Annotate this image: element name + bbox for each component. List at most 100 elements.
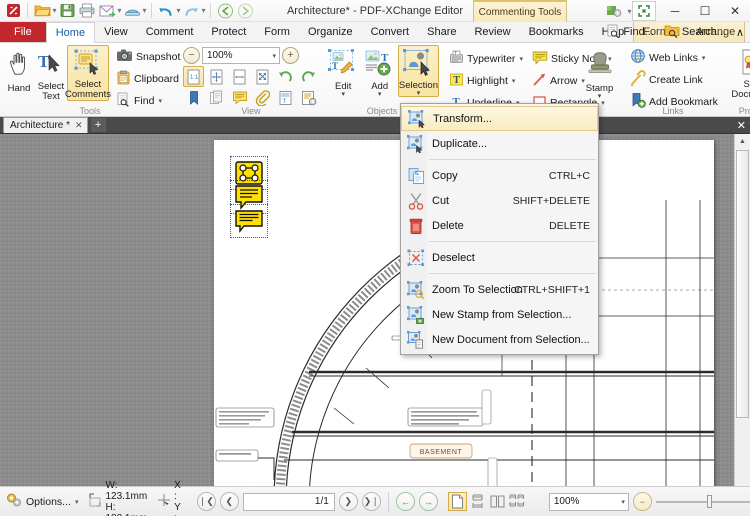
menu-item-deselect[interactable]: Deselect (401, 245, 598, 270)
scan-icon[interactable] (122, 1, 142, 20)
menu-item-cut[interactable]: Cut SHIFT+DELETE (401, 188, 598, 213)
menu-item-delete[interactable]: Delete DELETE (401, 213, 598, 238)
zoom-out-button[interactable]: − (183, 47, 200, 64)
rotate-left-icon[interactable] (275, 66, 296, 87)
create-link-button[interactable]: Create Link (626, 69, 720, 90)
web-links-button[interactable]: Web Links ▾ (626, 47, 720, 68)
sticky-note-annotation[interactable] (230, 204, 268, 238)
chevron-down-icon[interactable]: ▾ (158, 97, 162, 105)
highlight-button[interactable]: T Highlight ▾ (445, 70, 527, 91)
minimize-button[interactable]: ─ (660, 0, 690, 22)
zoom-slider[interactable] (655, 495, 750, 509)
typewriter-button[interactable]: T Typewriter ▾ (445, 48, 527, 69)
find-button[interactable]: Find... (602, 23, 658, 42)
continuous-mode-button[interactable] (468, 492, 487, 511)
chevron-down-icon[interactable]: ▾ (621, 498, 625, 506)
two-page-mode-button[interactable] (488, 492, 507, 511)
chevron-down-icon[interactable]: ▾ (598, 93, 602, 100)
fit-page-icon[interactable] (206, 66, 227, 87)
comments-pane-icon[interactable] (229, 87, 250, 108)
vertical-scrollbar[interactable]: ▲ ▼ (734, 134, 750, 501)
last-page-button[interactable]: ❯❘ (361, 492, 381, 511)
zoom-level-input[interactable]: 100% ▾ (202, 47, 280, 64)
chevron-down-icon[interactable]: ▾ (272, 52, 276, 60)
document-workspace[interactable]: LIVING ROOM BASEMENT (0, 134, 750, 501)
status-zoom-input[interactable]: 100% ▾ (548, 492, 629, 511)
tab-share[interactable]: Share (418, 22, 465, 42)
chevron-down-icon[interactable]: ▾ (417, 90, 421, 97)
menu-item-transform[interactable]: Transform... (401, 106, 598, 131)
fit-width-icon[interactable] (229, 66, 250, 87)
tab-bookmarks[interactable]: Bookmarks (520, 22, 593, 42)
two-page-continuous-mode-button[interactable] (508, 492, 527, 511)
status-zoom-out-button[interactable]: − (632, 492, 652, 511)
tab-convert[interactable]: Convert (362, 22, 419, 42)
scroll-up-arrow-icon[interactable]: ▲ (735, 134, 750, 149)
first-page-button[interactable]: ❘❮ (196, 492, 216, 511)
redo-icon[interactable] (181, 1, 201, 20)
hand-tool-button[interactable]: Hand (3, 45, 35, 95)
navigate-back-button[interactable]: ← (395, 492, 415, 511)
chevron-down-icon[interactable]: ▾ (512, 77, 516, 85)
add-object-button[interactable]: T Add ▾ (361, 45, 397, 98)
scrollbar-thumb[interactable] (736, 150, 749, 418)
app-logo-icon[interactable] (3, 1, 23, 20)
rotate-right-icon[interactable] (298, 66, 319, 87)
tab-organize[interactable]: Organize (299, 22, 362, 42)
fields-pane-icon[interactable]: T (275, 87, 296, 108)
slider-knob[interactable] (706, 495, 712, 508)
maximize-button[interactable]: ☐ (690, 0, 720, 22)
chevron-down-icon[interactable]: ▾ (341, 91, 345, 98)
selection-context-menu[interactable]: Transform... Duplicate... Copy CTRL+C Cu… (400, 103, 599, 355)
close-button[interactable]: ✕ (720, 0, 750, 22)
options-section[interactable]: Options... ▾ (0, 490, 83, 514)
previous-page-button[interactable]: ❮ (219, 492, 239, 511)
chevron-down-icon[interactable]: ▾ (702, 54, 706, 62)
tab-protect[interactable]: Protect (202, 22, 255, 42)
fit-visible-icon[interactable] (252, 66, 273, 87)
save-icon[interactable] (57, 1, 77, 20)
select-text-tool-button[interactable]: T Select Text (35, 45, 67, 103)
zoom-in-button[interactable]: + (282, 47, 299, 64)
sign-document-button[interactable]: Sign Document (726, 45, 750, 101)
tab-file[interactable]: File (0, 22, 46, 42)
back-icon[interactable] (215, 1, 235, 20)
single-page-mode-button[interactable] (447, 492, 467, 511)
menu-item-new-document-from-selection[interactable]: New Document from Selection... (401, 327, 598, 352)
snapshot-button[interactable]: Snapshot (112, 46, 190, 67)
properties-pane-icon[interactable] (298, 87, 319, 108)
close-icon[interactable]: ✕ (75, 120, 83, 131)
next-page-button[interactable]: ❯ (338, 492, 358, 511)
print-icon[interactable] (77, 1, 97, 20)
forward-icon[interactable] (235, 1, 255, 20)
chevron-down-icon[interactable]: ▾ (519, 55, 523, 63)
fullscreen-icon[interactable] (632, 1, 656, 21)
page-number-input[interactable]: 1/1 (242, 492, 335, 511)
customize-toolbar-icon[interactable] (601, 1, 627, 21)
redo-dropdown-caret[interactable]: ▾ (201, 6, 206, 15)
tab-view[interactable]: View (95, 22, 137, 42)
undo-icon[interactable] (156, 1, 176, 20)
chevron-down-icon[interactable]: ▾ (75, 498, 79, 506)
new-tab-button[interactable]: + (90, 118, 106, 132)
menu-item-zoom-to-selection[interactable]: Zoom To Selection CTRL+SHIFT+1 (401, 277, 598, 302)
bookmarks-pane-icon[interactable] (183, 87, 204, 108)
collapse-ribbon-button[interactable]: ∧ (732, 23, 748, 42)
clipboard-button[interactable]: Clipboard ▾ (112, 68, 190, 89)
edit-objects-button[interactable]: T Edit ▾ (325, 45, 361, 98)
tab-comment[interactable]: Comment (137, 22, 203, 42)
menu-item-new-stamp-from-selection[interactable]: New Stamp from Selection... (401, 302, 598, 327)
tab-home[interactable]: Home (45, 22, 96, 43)
thumbnails-pane-icon[interactable] (206, 87, 227, 108)
stamp-button[interactable]: Stamp ▾ (579, 45, 620, 100)
tab-form[interactable]: Form (255, 22, 299, 42)
document-tab-architecture[interactable]: Architecture * ✕ (3, 117, 88, 133)
chevron-down-icon[interactable]: ▾ (378, 91, 382, 98)
actual-size-icon[interactable]: 1:1 (183, 66, 204, 87)
email-icon[interactable] (97, 1, 117, 20)
attachments-pane-icon[interactable] (252, 87, 273, 108)
open-icon[interactable] (32, 1, 52, 20)
scan-dropdown-caret[interactable]: ▾ (142, 6, 147, 15)
tab-review[interactable]: Review (465, 22, 519, 42)
selection-button[interactable]: Selection ▾ (397, 45, 439, 97)
